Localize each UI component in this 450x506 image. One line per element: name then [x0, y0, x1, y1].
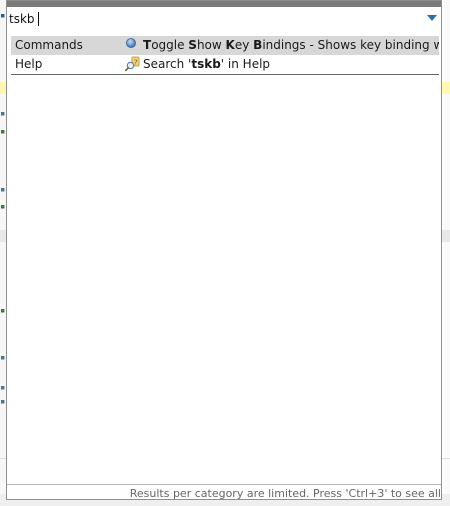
search-input[interactable] [9, 10, 409, 28]
match-segment: T [143, 38, 152, 52]
help-search-icon: ? [124, 56, 140, 72]
background-band-right [442, 230, 450, 242]
match-segment: B [253, 38, 263, 52]
command-icon [125, 37, 139, 51]
chevron-down-icon [427, 15, 437, 21]
search-row [7, 7, 441, 31]
background-code-fragment: ▪ [0, 353, 6, 363]
background-editor-right-edge [444, 0, 450, 506]
background-line-highlight-right [442, 82, 450, 94]
results-list: Commands Toggle Show Key Bindings - Show… [11, 36, 439, 75]
match-segment: S [188, 38, 197, 52]
title-segment: ' in Help [220, 57, 271, 71]
title-segment: Search ' [143, 57, 192, 71]
result-row-help[interactable]: Help ? Search 'tskb' in Help [11, 55, 439, 74]
results-separator [11, 74, 439, 75]
footer-status-text: Results per category are limited. Press … [129, 487, 441, 500]
text-cursor [38, 12, 39, 26]
title-segment: indings - Shows key binding when co [262, 38, 439, 52]
background-code-fragment: ▪ [0, 185, 6, 195]
background-code-fragment: ▪ [0, 202, 6, 212]
result-row-commands[interactable]: Commands Toggle Show Key Bindings - Show… [11, 36, 439, 55]
match-segment: K [225, 38, 235, 52]
background-code-fragment: ▪ [0, 127, 6, 137]
background-code-fragment: ▪ [0, 109, 6, 119]
title-segment: ey [234, 38, 254, 52]
footer-divider [7, 484, 441, 485]
match-segment: tskb [191, 57, 221, 71]
background-code-fragment: ▪ [0, 397, 6, 407]
category-label: Help [15, 57, 43, 71]
title-segment: how [196, 38, 226, 52]
background-code-fragment: ▪ [0, 383, 6, 393]
result-title: Toggle Show Key Bindings - Shows key bin… [143, 38, 439, 52]
category-label: Commands [15, 38, 83, 52]
svg-text:?: ? [134, 59, 138, 67]
quick-access-popup: Commands Toggle Show Key Bindings - Show… [6, 0, 442, 500]
result-title: Search 'tskb' in Help [143, 57, 270, 71]
background-code-fragment: ▪ [0, 11, 6, 21]
title-segment: oggle [151, 38, 189, 52]
background-code-fragment: ▪ [0, 306, 6, 316]
history-dropdown-button[interactable] [425, 11, 439, 25]
